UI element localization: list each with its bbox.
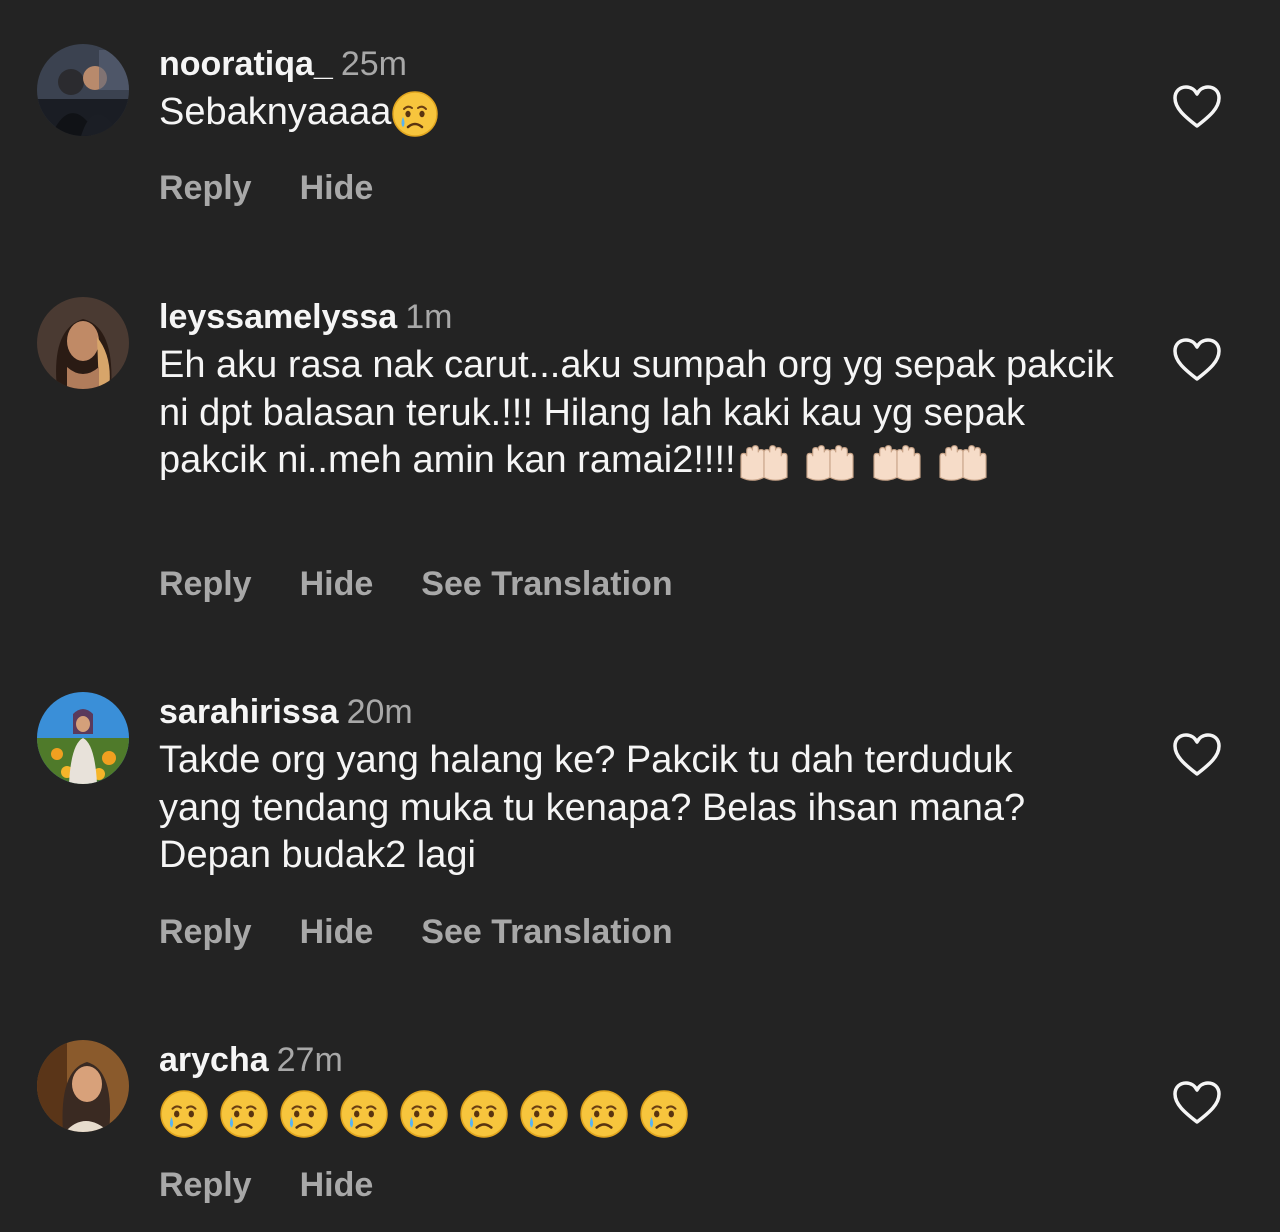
comment-actions: Reply Hide: [159, 168, 421, 208]
heart-outline-icon[interactable]: [1172, 732, 1222, 778]
avatar[interactable]: [37, 692, 129, 784]
crying-face-icon: [639, 1089, 689, 1139]
comment-actions: Reply Hide See Translation: [159, 912, 721, 952]
comment-text-content: Sebaknyaaaa: [159, 91, 392, 133]
comment-text: Takde org yang halang ke? Pakcik tu dah …: [159, 737, 1079, 880]
emoji-row: [159, 1089, 689, 1139]
timestamp: 25m: [340, 45, 407, 83]
reply-button[interactable]: Reply: [159, 913, 252, 951]
hide-button[interactable]: Hide: [300, 169, 374, 207]
crying-face-icon: [279, 1089, 329, 1139]
heart-outline-icon[interactable]: [1172, 84, 1222, 130]
heart-outline-icon[interactable]: [1172, 1080, 1222, 1126]
reply-button[interactable]: Reply: [159, 169, 252, 207]
comment-text-content: Takde org yang halang ke? Pakcik tu dah …: [159, 739, 1026, 876]
crying-face-icon: [459, 1089, 509, 1139]
palms-up-together-icon: [736, 439, 792, 485]
comment-actions: Reply Hide: [159, 1165, 421, 1205]
crying-face-icon: [219, 1089, 269, 1139]
timestamp: 20m: [346, 693, 413, 731]
username[interactable]: sarahirissa: [159, 693, 339, 731]
username[interactable]: arycha: [159, 1041, 269, 1079]
comment-text: [159, 1089, 1149, 1139]
reply-button[interactable]: Reply: [159, 1166, 252, 1204]
avatar[interactable]: [37, 1040, 129, 1132]
comment-text: Sebaknyaaaa: [159, 89, 1149, 138]
palms-up-together-icon: [802, 439, 858, 485]
timestamp: 27m: [276, 1041, 343, 1079]
see-translation-button[interactable]: See Translation: [421, 565, 672, 603]
palms-up-together-icon: [935, 439, 991, 485]
username[interactable]: leyssamelyssa: [159, 298, 397, 336]
comment-actions: Reply Hide See Translation: [159, 564, 721, 604]
hide-button[interactable]: Hide: [300, 565, 374, 603]
crying-face-icon: [579, 1089, 629, 1139]
comment-text: Eh aku rasa nak carut...aku sumpah org y…: [159, 342, 1119, 485]
hide-button[interactable]: Hide: [300, 913, 374, 951]
avatar[interactable]: [37, 44, 129, 136]
crying-face-icon: [391, 90, 439, 138]
avatar[interactable]: [37, 297, 129, 389]
hide-button[interactable]: Hide: [300, 1166, 374, 1204]
see-translation-button[interactable]: See Translation: [421, 913, 672, 951]
crying-face-icon: [159, 1089, 209, 1139]
comments-list: nooratiqa_ 25m Sebaknyaaaa Reply Hide leys…: [0, 0, 1280, 1232]
crying-face-icon: [519, 1089, 569, 1139]
heart-outline-icon[interactable]: [1172, 337, 1222, 383]
crying-face-icon: [339, 1089, 389, 1139]
username[interactable]: nooratiqa_: [159, 45, 333, 83]
reply-button[interactable]: Reply: [159, 565, 252, 603]
timestamp: 1m: [405, 298, 453, 336]
crying-face-icon: [399, 1089, 449, 1139]
palms-up-together-icon: [869, 439, 925, 485]
